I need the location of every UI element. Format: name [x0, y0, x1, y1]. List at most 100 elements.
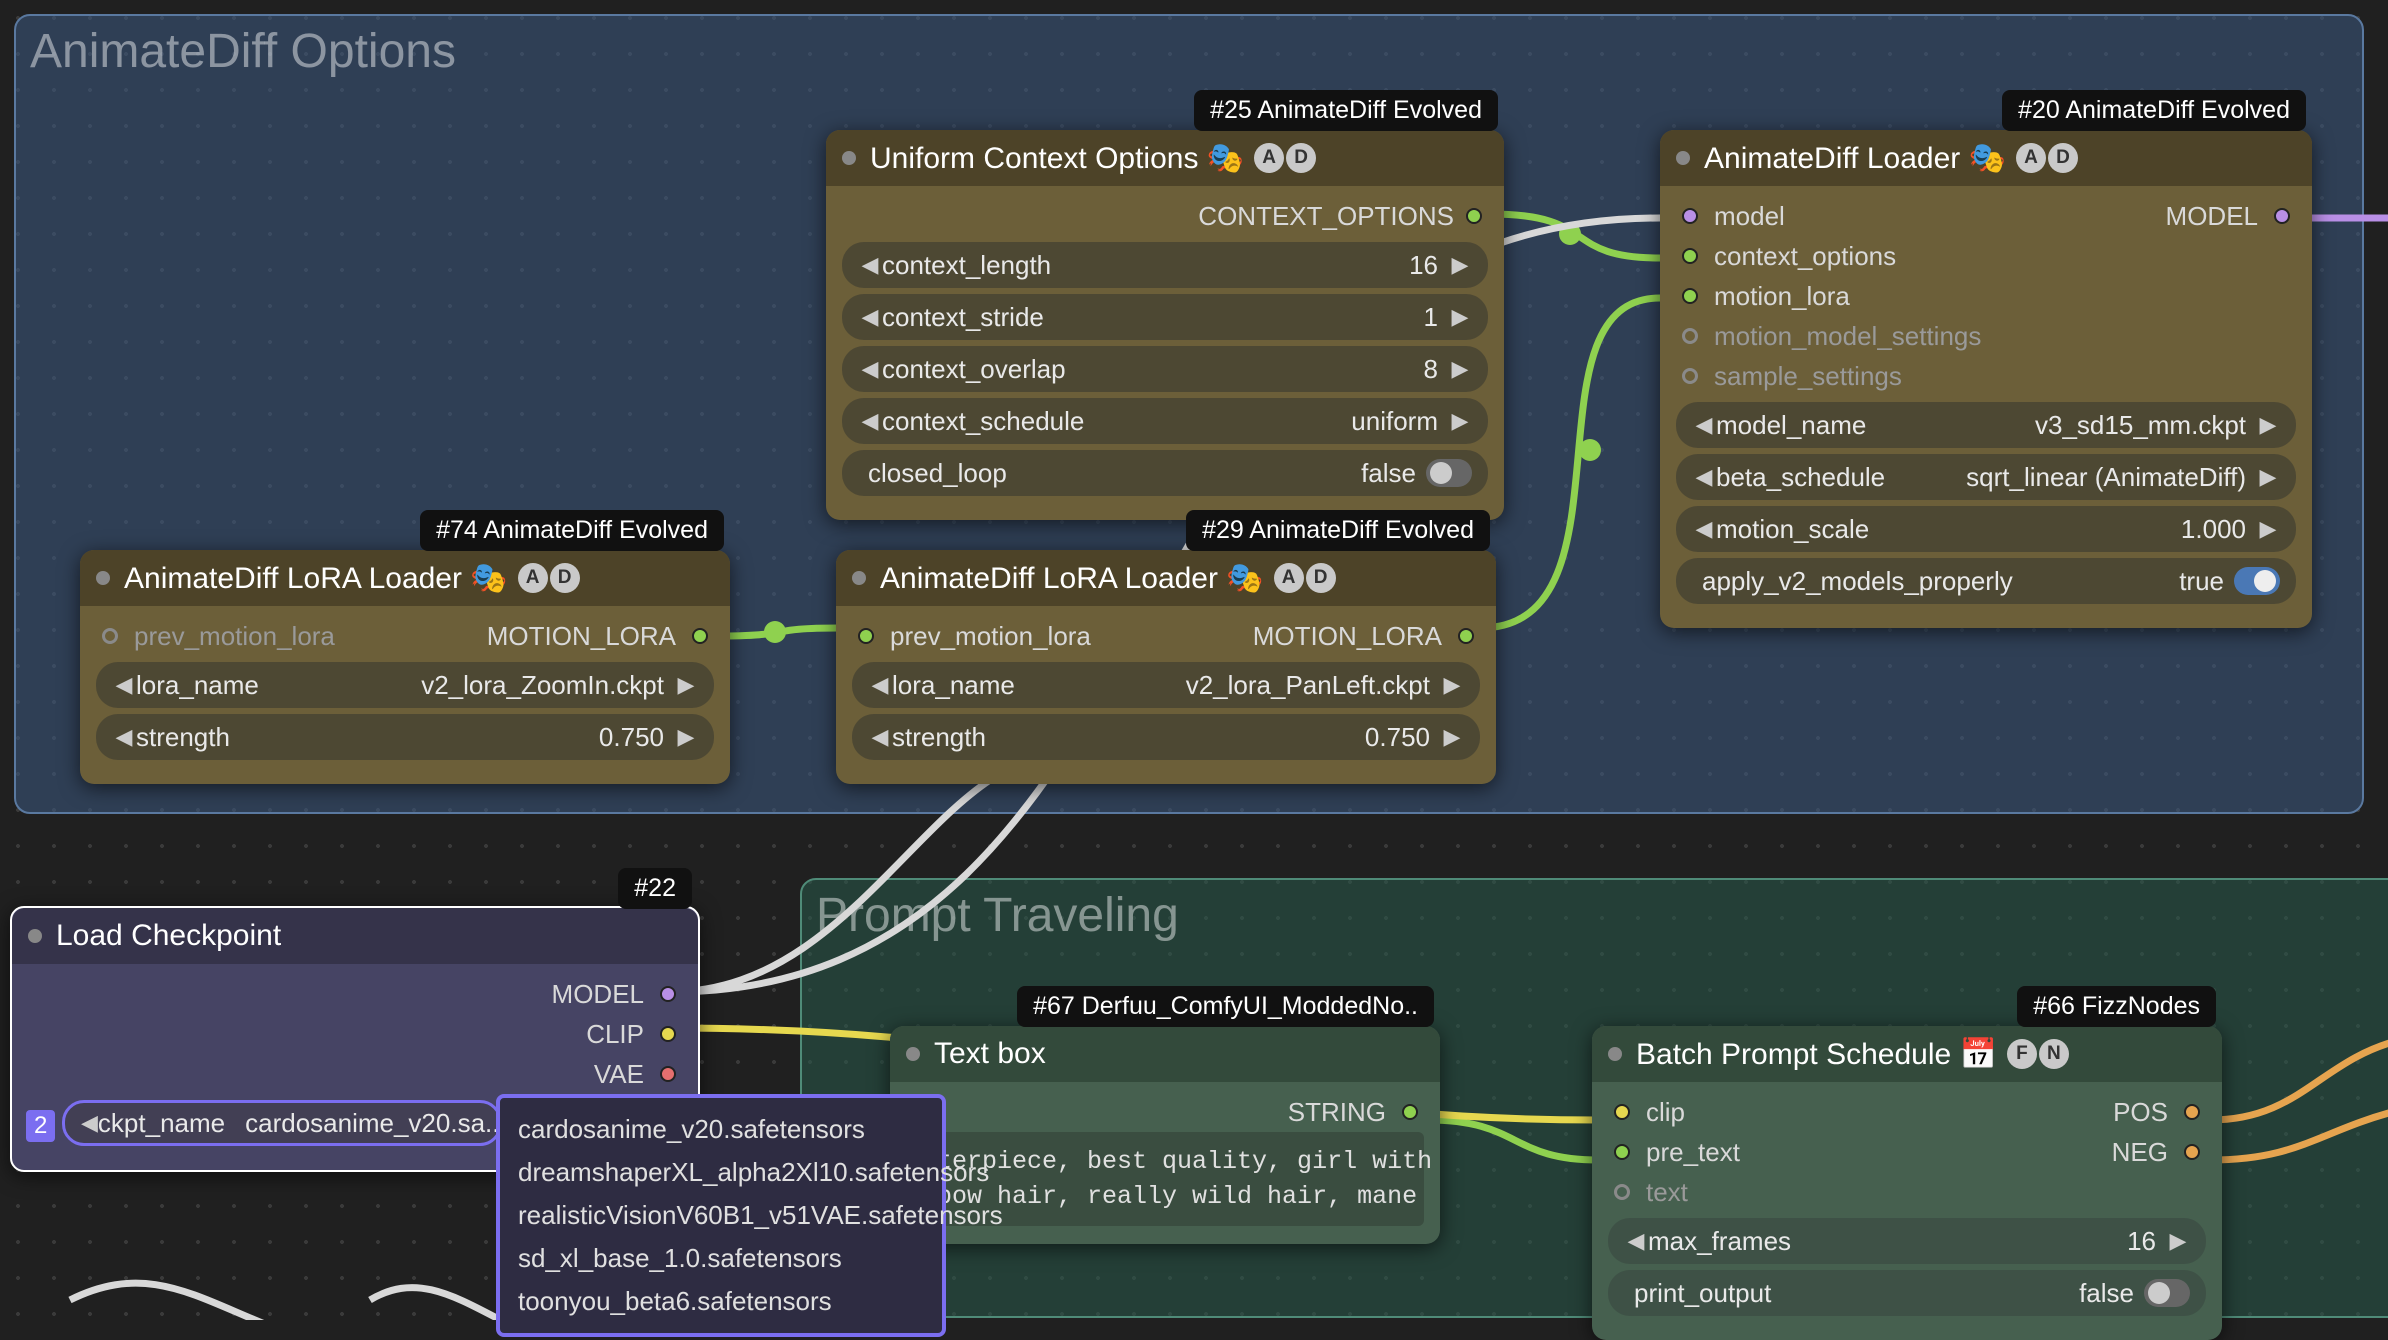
toggle-icon[interactable]: [2234, 567, 2280, 595]
increment-icon[interactable]: ▶: [2166, 1228, 2190, 1254]
prev-icon[interactable]: ◀: [858, 408, 882, 434]
input-port-icon[interactable]: [1614, 1104, 1630, 1120]
next-icon[interactable]: ▶: [2256, 412, 2280, 438]
output-label: MOTION_LORA: [1253, 621, 1442, 652]
node-animatediff-loader[interactable]: #20 AnimateDiff Evolved AnimateDiff Load…: [1660, 130, 2312, 628]
node-titlebar[interactable]: AnimateDiff Loader 🎭 A D: [1660, 130, 2312, 186]
node-titlebar[interactable]: Load Checkpoint: [12, 908, 698, 964]
output-port-icon[interactable]: [2274, 208, 2290, 224]
input-port-icon[interactable]: [1614, 1144, 1630, 1160]
output-port-icon[interactable]: [692, 628, 708, 644]
prev-icon[interactable]: ◀: [1692, 464, 1716, 490]
widget-print-output[interactable]: print_output false: [1608, 1270, 2206, 1316]
output-port-icon[interactable]: [660, 1066, 676, 1082]
next-icon[interactable]: ▶: [674, 672, 698, 698]
increment-icon[interactable]: ▶: [1448, 304, 1472, 330]
node-titlebar[interactable]: AnimateDiff LoRA Loader 🎭 A D: [836, 550, 1496, 606]
collapse-dot-icon[interactable]: [28, 929, 42, 943]
widget-beta-schedule[interactable]: ◀ beta_schedule sqrt_linear (AnimateDiff…: [1676, 454, 2296, 500]
output-port-icon[interactable]: [2184, 1104, 2200, 1120]
node-uniform-context-options[interactable]: #25 AnimateDiff Evolved Uniform Context …: [826, 130, 1504, 520]
node-lora-loader-74[interactable]: #74 AnimateDiff Evolved AnimateDiff LoRA…: [80, 550, 730, 784]
dropdown-option[interactable]: dreamshaperXL_alpha2Xl10.safetensors: [514, 1151, 928, 1194]
input-port-icon[interactable]: [1682, 288, 1698, 304]
node-title: AnimateDiff Loader 🎭 A D: [1704, 141, 2296, 176]
collapse-dot-icon[interactable]: [906, 1047, 920, 1061]
widget-lora-name[interactable]: ◀ lora_name v2_lora_PanLeft.ckpt ▶: [852, 662, 1480, 708]
next-icon[interactable]: ▶: [2256, 464, 2280, 490]
prev-icon[interactable]: ◀: [868, 672, 892, 698]
output-port-icon[interactable]: [1402, 1104, 1418, 1120]
output-port-icon[interactable]: [2184, 1144, 2200, 1160]
prev-icon[interactable]: ◀: [1692, 412, 1716, 438]
decrement-icon[interactable]: ◀: [858, 356, 882, 382]
node-title: Batch Prompt Schedule 📅 F N: [1636, 1037, 2206, 1072]
badge-icon: D: [1306, 563, 1336, 593]
output-port-icon[interactable]: [1458, 628, 1474, 644]
node-titlebar[interactable]: Text box: [890, 1026, 1440, 1082]
collapse-dot-icon[interactable]: [1676, 151, 1690, 165]
collapse-dot-icon[interactable]: [842, 151, 856, 165]
input-port-icon[interactable]: [1682, 248, 1698, 264]
node-tag: #20 AnimateDiff Evolved: [2002, 90, 2306, 131]
badge-icon: N: [2039, 1039, 2069, 1069]
next-icon[interactable]: ▶: [1440, 672, 1464, 698]
input-port-icon[interactable]: [1682, 208, 1698, 224]
node-titlebar[interactable]: Batch Prompt Schedule 📅 F N: [1592, 1026, 2222, 1082]
next-icon[interactable]: ▶: [1448, 408, 1472, 434]
output-port-icon[interactable]: [660, 986, 676, 1002]
input-port-icon[interactable]: [102, 628, 118, 644]
widget-ckpt-name[interactable]: ◀ ckpt_name cardosanime_v20.sa...: [62, 1100, 502, 1146]
increment-icon[interactable]: ▶: [2256, 516, 2280, 542]
widget-apply-v2[interactable]: apply_v2_models_properly true: [1676, 558, 2296, 604]
node-batch-prompt-schedule[interactable]: #66 FizzNodes Batch Prompt Schedule 📅 F …: [1592, 1026, 2222, 1340]
widget-context-schedule[interactable]: ◀ context_schedule uniform ▶: [842, 398, 1488, 444]
input-port-icon[interactable]: [1682, 368, 1698, 384]
input-label: motion_model_settings: [1714, 321, 1981, 352]
node-tag: #74 AnimateDiff Evolved: [420, 510, 724, 551]
output-port-icon[interactable]: [1466, 208, 1482, 224]
increment-icon[interactable]: ▶: [674, 724, 698, 750]
decrement-icon[interactable]: ◀: [858, 252, 882, 278]
prev-icon[interactable]: ◀: [81, 1110, 98, 1136]
increment-icon[interactable]: ▶: [1448, 252, 1472, 278]
prev-icon[interactable]: ◀: [112, 672, 136, 698]
ckpt-dropdown[interactable]: cardosanime_v20.safetensors dreamshaperX…: [496, 1094, 946, 1337]
collapse-dot-icon[interactable]: [1608, 1047, 1622, 1061]
output-port-icon[interactable]: [660, 1026, 676, 1042]
decrement-icon[interactable]: ◀: [868, 724, 892, 750]
widget-model-name[interactable]: ◀ model_name v3_sd15_mm.ckpt ▶: [1676, 402, 2296, 448]
collapse-dot-icon[interactable]: [96, 571, 110, 585]
output-label: POS: [2113, 1097, 2168, 1128]
decrement-icon[interactable]: ◀: [858, 304, 882, 330]
decrement-icon[interactable]: ◀: [112, 724, 136, 750]
decrement-icon[interactable]: ◀: [1692, 516, 1716, 542]
widget-strength[interactable]: ◀ strength 0.750 ▶: [96, 714, 714, 760]
widget-closed-loop[interactable]: closed_loop false: [842, 450, 1488, 496]
widget-max-frames[interactable]: ◀ max_frames 16 ▶: [1608, 1218, 2206, 1264]
dropdown-option[interactable]: toonyou_beta6.safetensors: [514, 1280, 928, 1323]
widget-context-stride[interactable]: ◀ context_stride 1 ▶: [842, 294, 1488, 340]
toggle-icon[interactable]: [1426, 459, 1472, 487]
input-port-icon[interactable]: [1614, 1184, 1630, 1200]
collapse-dot-icon[interactable]: [852, 571, 866, 585]
dropdown-option[interactable]: sd_xl_base_1.0.safetensors: [514, 1237, 928, 1280]
toggle-icon[interactable]: [2144, 1279, 2190, 1307]
dropdown-option[interactable]: realisticVisionV60B1_v51VAE.safetensors: [514, 1194, 928, 1237]
node-titlebar[interactable]: Uniform Context Options 🎭 A D: [826, 130, 1504, 186]
node-lora-loader-29[interactable]: #29 AnimateDiff Evolved AnimateDiff LoRA…: [836, 550, 1496, 784]
widget-motion-scale[interactable]: ◀ motion_scale 1.000 ▶: [1676, 506, 2296, 552]
input-port-icon[interactable]: [1682, 328, 1698, 344]
decrement-icon[interactable]: ◀: [1624, 1228, 1648, 1254]
widget-lora-name[interactable]: ◀ lora_name v2_lora_ZoomIn.ckpt ▶: [96, 662, 714, 708]
node-tag: #66 FizzNodes: [2017, 986, 2216, 1027]
increment-icon[interactable]: ▶: [1448, 356, 1472, 382]
input-port-icon[interactable]: [858, 628, 874, 644]
edit-index-badge: 2: [26, 1110, 55, 1142]
widget-context-length[interactable]: ◀ context_length 16 ▶: [842, 242, 1488, 288]
node-titlebar[interactable]: AnimateDiff LoRA Loader 🎭 A D: [80, 550, 730, 606]
increment-icon[interactable]: ▶: [1440, 724, 1464, 750]
widget-context-overlap[interactable]: ◀ context_overlap 8 ▶: [842, 346, 1488, 392]
widget-strength[interactable]: ◀ strength 0.750 ▶: [852, 714, 1480, 760]
dropdown-option[interactable]: cardosanime_v20.safetensors: [514, 1108, 928, 1151]
